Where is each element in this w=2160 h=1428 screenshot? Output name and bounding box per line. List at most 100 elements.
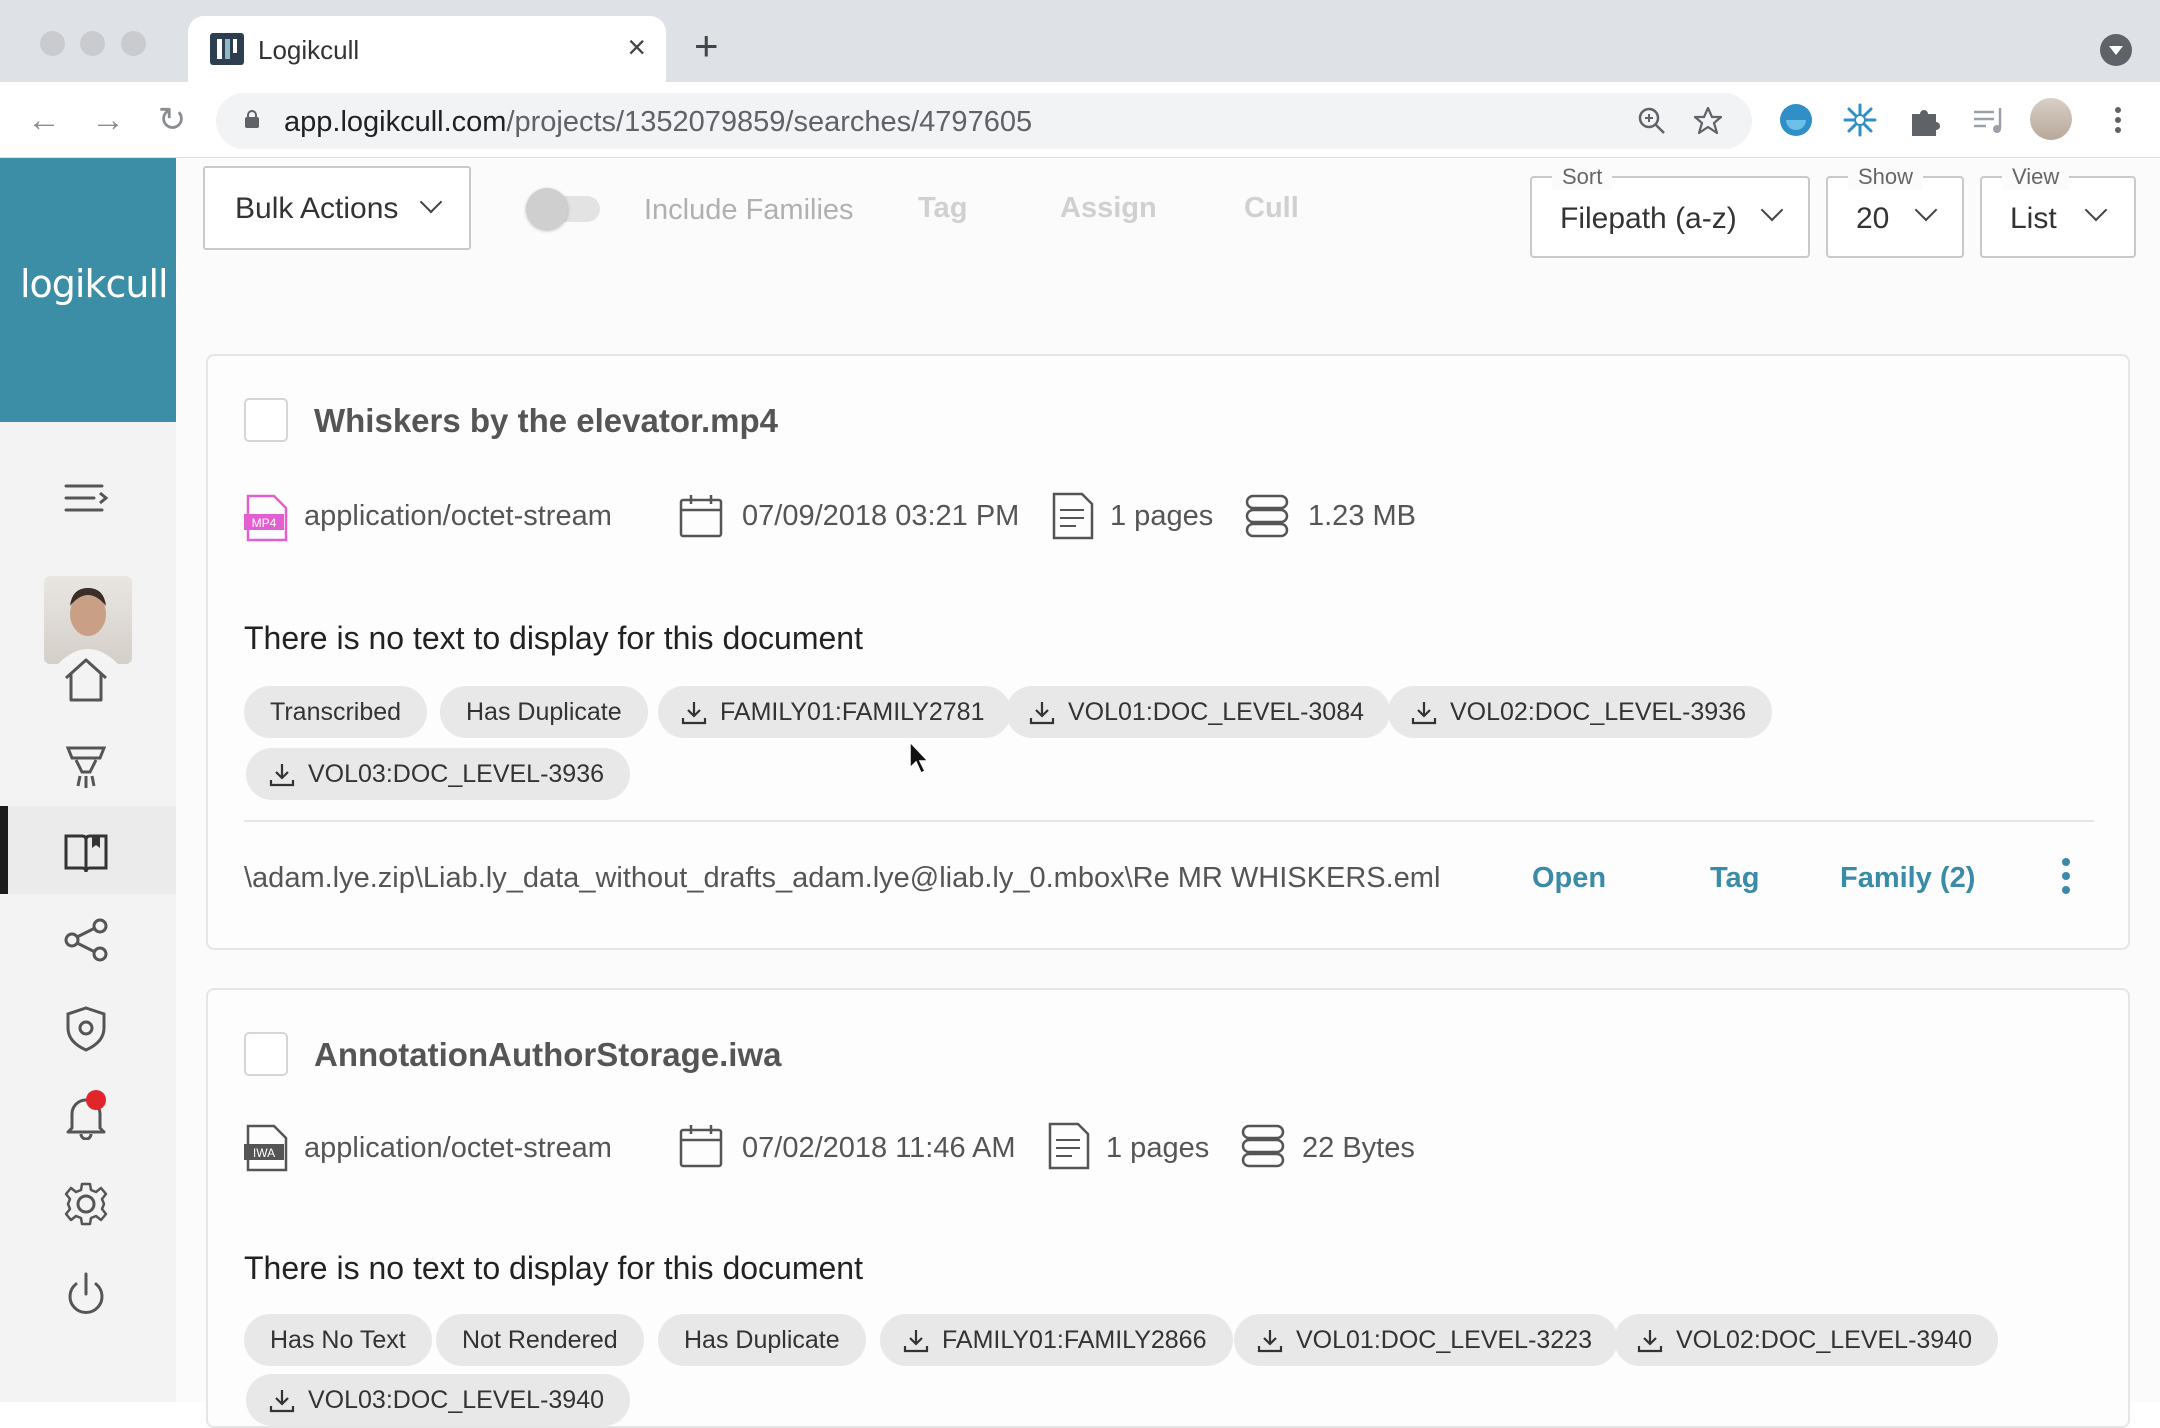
profile-avatar[interactable] xyxy=(2030,98,2072,140)
toggle-knob xyxy=(526,188,568,230)
sidebar-item-settings[interactable] xyxy=(0,1158,176,1246)
new-tab-icon[interactable]: + xyxy=(694,25,719,67)
page-icon xyxy=(1052,492,1094,540)
production-chip[interactable]: VOL02:DOC_LEVEL-3936 xyxy=(1388,686,1773,738)
sidebar-item-logout[interactable] xyxy=(0,1248,176,1336)
tag-chip[interactable]: Not Rendered xyxy=(436,1314,644,1366)
url-host: app.logikcull.com xyxy=(284,106,507,138)
production-chip[interactable]: VOL03:DOC_LEVEL-3940 xyxy=(246,1374,631,1426)
document-text-preview: There is no text to display for this doc… xyxy=(244,620,863,656)
chevron-down-icon xyxy=(419,190,443,214)
power-icon xyxy=(68,1272,104,1314)
sidebar-item-notifications[interactable] xyxy=(0,1070,176,1158)
logo-block[interactable]: logikcull xyxy=(0,158,176,422)
forward-icon[interactable]: → xyxy=(88,100,128,140)
bookmark-star-icon[interactable] xyxy=(1692,105,1724,137)
download-icon xyxy=(903,1330,929,1353)
tab-search-icon[interactable] xyxy=(2100,34,2132,66)
production-chip[interactable]: VOL01:DOC_LEVEL-3223 xyxy=(1234,1314,1619,1366)
window-zoom-dot[interactable] xyxy=(121,31,146,56)
window-minimize-dot[interactable] xyxy=(80,31,105,56)
sidebar-item-share[interactable] xyxy=(0,894,176,982)
view-select[interactable]: View List xyxy=(1980,164,2136,258)
storage-icon xyxy=(1241,1124,1285,1168)
tab-close-icon[interactable]: × xyxy=(627,31,646,63)
production-chip[interactable]: VOL02:DOC_LEVEL-3940 xyxy=(1614,1314,1999,1366)
file-badge: MP4 xyxy=(252,516,277,530)
back-icon[interactable]: ← xyxy=(24,100,64,140)
include-families-label: Include Families xyxy=(644,194,854,226)
zoom-icon[interactable] xyxy=(1636,105,1668,137)
production-chip[interactable]: VOL01:DOC_LEVEL-3084 xyxy=(1006,686,1391,738)
open-link[interactable]: Open xyxy=(1532,862,1606,895)
tag-chip[interactable]: Has Duplicate xyxy=(658,1314,866,1366)
sort-select[interactable]: Sort Filepath (a-z) xyxy=(1530,164,1810,258)
production-chip[interactable]: FAMILY01:FAMILY2866 xyxy=(880,1314,1233,1366)
reload-icon[interactable]: ↻ xyxy=(152,100,192,140)
notification-badge xyxy=(86,1090,106,1110)
card-divider xyxy=(244,820,2094,822)
extensions-puzzle-icon[interactable] xyxy=(1906,102,1942,138)
extension-blue-circle-icon[interactable] xyxy=(1778,102,1814,138)
show-select[interactable]: Show 20 xyxy=(1826,164,1964,258)
sidebar-item-security[interactable] xyxy=(0,982,176,1070)
tag-chip[interactable]: Transcribed xyxy=(244,686,428,738)
chip-label: VOL02:DOC_LEVEL-3940 xyxy=(1676,1326,1973,1354)
bulk-actions-dropdown[interactable]: Bulk Actions xyxy=(203,166,471,250)
bulk-actions-label: Bulk Actions xyxy=(235,192,399,225)
production-chip[interactable]: FAMILY01:FAMILY2781 xyxy=(658,686,1011,738)
more-options-icon[interactable] xyxy=(2062,858,2072,894)
view-label: View xyxy=(2002,164,2070,190)
calendar-icon xyxy=(679,495,723,538)
sidebar-item-home[interactable] xyxy=(0,634,176,722)
sort-label: Sort xyxy=(1552,164,1613,190)
document-checkbox[interactable] xyxy=(244,398,288,442)
tag-chip[interactable]: Has No Text xyxy=(244,1314,432,1366)
document-title[interactable]: Whiskers by the elevator.mp4 xyxy=(314,402,778,440)
home-icon xyxy=(64,658,108,702)
address-bar[interactable]: app.logikcull.com/projects/1352079859/se… xyxy=(216,93,1752,149)
browser-tab[interactable]: Logikcull × xyxy=(188,16,666,82)
menu-collapse-icon xyxy=(64,484,109,512)
browser-tab-bar: Logikcull × + xyxy=(0,0,2160,82)
sidebar-item-upload[interactable] xyxy=(0,720,176,808)
assign-action[interactable]: Assign xyxy=(1060,192,1157,225)
show-label: Show xyxy=(1848,164,1924,190)
page-count: 1 pages xyxy=(1110,500,1214,532)
document-title[interactable]: AnnotationAuthorStorage.iwa xyxy=(314,1036,781,1074)
tag-link[interactable]: Tag xyxy=(1710,862,1759,895)
url-path: /projects/1352079859/searches/4797605 xyxy=(506,106,1033,138)
download-icon xyxy=(1411,702,1437,725)
document-date: 07/09/2018 03:21 PM xyxy=(742,500,1020,532)
download-icon xyxy=(1029,702,1055,725)
chip-label: VOL03:DOC_LEVEL-3936 xyxy=(308,760,605,788)
chip-label: FAMILY01:FAMILY2866 xyxy=(942,1326,1207,1354)
sidebar-collapse[interactable] xyxy=(0,454,176,542)
shield-gear-icon xyxy=(66,1006,106,1052)
logikcull-favicon-icon xyxy=(210,33,244,65)
media-control-icon[interactable] xyxy=(1970,102,2006,138)
document-checkbox[interactable] xyxy=(244,1032,288,1076)
browser-toolbar: ← → ↻ app.logikcull.com/projects/1352079… xyxy=(0,82,2160,158)
sidebar-item-review[interactable] xyxy=(0,806,176,894)
family-link[interactable]: Family (2) xyxy=(1840,862,1975,895)
extension-snowflake-icon[interactable] xyxy=(1842,102,1878,138)
chip-label: FAMILY01:FAMILY2781 xyxy=(720,698,985,726)
include-families-toggle[interactable] xyxy=(526,188,610,230)
production-chip[interactable]: VOL03:DOC_LEVEL-3936 xyxy=(246,748,631,800)
mime-type: application/octet-stream xyxy=(304,500,612,532)
page-count: 1 pages xyxy=(1106,1132,1210,1164)
file-size: 22 Bytes xyxy=(1302,1132,1415,1164)
chip-label: VOL03:DOC_LEVEL-3940 xyxy=(308,1386,605,1414)
sort-value: Filepath (a-z) xyxy=(1560,202,1737,235)
chevron-down-icon xyxy=(2084,198,2108,222)
cull-action[interactable]: Cull xyxy=(1244,192,1299,225)
tab-title: Logikcull xyxy=(258,35,360,65)
window-close-dot[interactable] xyxy=(40,31,65,56)
download-icon xyxy=(269,1390,295,1413)
download-icon xyxy=(681,702,707,725)
chevron-down-icon xyxy=(1760,198,1784,222)
browser-menu-icon[interactable] xyxy=(2100,102,2136,138)
tag-chip[interactable]: Has Duplicate xyxy=(440,686,648,738)
tag-action[interactable]: Tag xyxy=(918,192,967,225)
